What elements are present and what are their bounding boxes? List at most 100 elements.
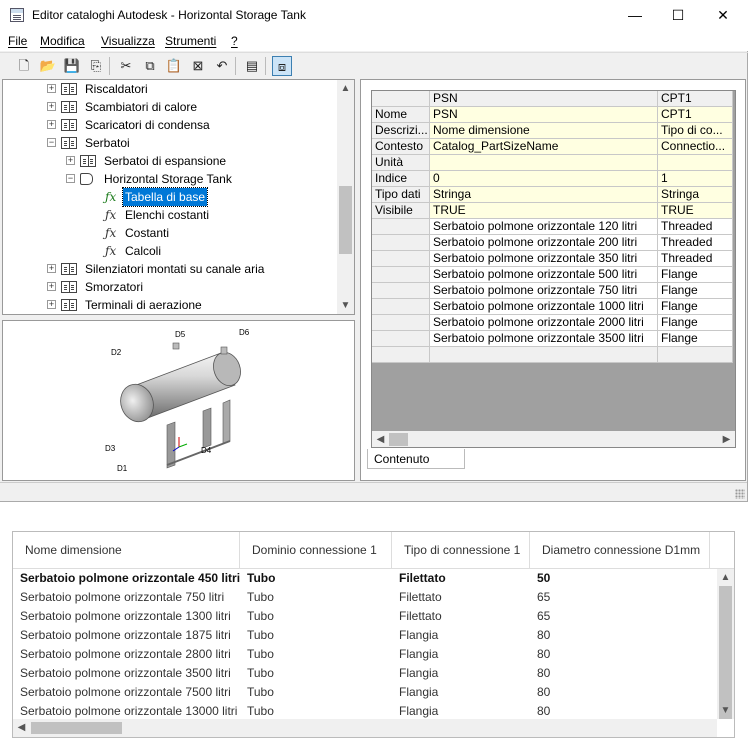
size-table[interactable]: Nome dimensione Dominio connessione 1 Tipo… [12, 531, 735, 738]
open-folder-icon[interactable]: 📂 [38, 56, 58, 76]
grid-cell[interactable] [430, 347, 658, 363]
cut-icon[interactable]: ✂ [116, 56, 136, 76]
publish-icon[interactable]: ⎘ [86, 56, 106, 76]
tree-item[interactable]: ƒx Costanti [3, 224, 333, 242]
grid-cell[interactable]: Threaded [658, 235, 733, 251]
grid-cell[interactable]: Connectio... [658, 139, 733, 155]
grid-cell[interactable]: Serbatoio polmone orizzontale 2000 litri [430, 315, 658, 331]
grid-cell[interactable]: Serbatoio polmone orizzontale 1000 litri [430, 299, 658, 315]
size-table-column-header[interactable]: Diametro connessione D1mm [530, 532, 710, 568]
delete-icon[interactable]: ⊠ [188, 56, 208, 76]
paste-icon[interactable]: 📋 [164, 56, 184, 76]
scroll-left-arrow-icon[interactable]: ◀ [372, 431, 389, 447]
maximize-button[interactable]: ☐ [655, 0, 701, 31]
grid-cell[interactable]: Serbatoio polmone orizzontale 750 litri [430, 283, 658, 299]
size-table-column-header[interactable]: Dominio connessione 1 [240, 532, 392, 568]
grid-scroll-thumb[interactable] [389, 433, 408, 446]
grid-cell[interactable] [658, 155, 733, 171]
tree-item[interactable]: + Silenziatori montati su canale aria [3, 260, 333, 278]
parameter-grid[interactable]: PSN CPT1 Nome PSN CPT1 Descrizi... Nome dimens… [371, 90, 736, 448]
tab-contenuto[interactable]: Contenuto [367, 449, 465, 469]
grid-cell[interactable]: Flange [658, 331, 733, 347]
expand-icon[interactable]: + [47, 282, 56, 291]
grid-cell[interactable]: Serbatoio polmone orizzontale 200 litri [430, 235, 658, 251]
table-row[interactable]: Serbatoio polmone orizzontale 2800 litri… [13, 645, 717, 664]
expand-icon[interactable]: + [47, 102, 56, 111]
grid-cell[interactable]: Serbatoio polmone orizzontale 120 litri [430, 219, 658, 235]
save-icon[interactable]: 💾 [62, 56, 82, 76]
grid-cell[interactable]: 0 [430, 171, 658, 187]
minimize-button[interactable]: — [612, 0, 658, 31]
menu-file[interactable]: File [8, 34, 27, 48]
tree-item[interactable]: + Terminali di aerazione [3, 296, 333, 314]
tree-item[interactable]: ƒx Calcoli [3, 242, 333, 260]
grid-cell[interactable]: Flange [658, 283, 733, 299]
menu-visualizza[interactable]: Visualizza [101, 34, 155, 48]
grid-cell[interactable]: Flange [658, 267, 733, 283]
scroll-down-arrow-icon[interactable]: ▼ [717, 702, 734, 719]
scroll-left-arrow-icon[interactable]: ◀ [13, 719, 30, 736]
grid-cell[interactable]: Stringa [430, 187, 658, 203]
expand-icon[interactable]: + [66, 156, 75, 165]
size-table-hscroll-thumb[interactable] [31, 722, 122, 734]
size-table-column-header[interactable]: Tipo di connessione 1 [392, 532, 530, 568]
table-row[interactable]: Serbatoio polmone orizzontale 3500 litri… [13, 664, 717, 683]
scroll-down-arrow-icon[interactable]: ▼ [337, 297, 354, 314]
tree-item[interactable]: + Scaricatori di condensa [3, 116, 333, 134]
table-row[interactable]: Serbatoio polmone orizzontale 7500 litri… [13, 683, 717, 702]
tree-item[interactable]: − Horizontal Storage Tank [3, 170, 333, 188]
tree-item[interactable]: + Serbatoi di espansione [3, 152, 333, 170]
grid-cell[interactable]: TRUE [658, 203, 733, 219]
tree-item[interactable]: ƒx Elenchi costanti [3, 206, 333, 224]
table-row[interactable]: Serbatoio polmone orizzontale 1875 litri… [13, 626, 717, 645]
preview-toggle-icon[interactable]: ⧈ [272, 56, 292, 76]
grid-cell[interactable] [658, 347, 733, 363]
catalog-tree[interactable]: + Riscaldatori + Scambiatori di calore + Scar… [2, 79, 355, 315]
grid-cell[interactable]: Flange [658, 315, 733, 331]
tree-item[interactable]: + Riscaldatori [3, 80, 333, 98]
expand-icon[interactable]: + [47, 84, 56, 93]
resize-grip-icon[interactable] [735, 489, 745, 499]
tree-item[interactable]: + Scambiatori di calore [3, 98, 333, 116]
grid-cell[interactable]: Threaded [658, 219, 733, 235]
size-table-vertical-scrollbar[interactable]: ▲ ▼ [717, 569, 734, 719]
expand-icon[interactable]: + [47, 120, 56, 129]
grid-cell[interactable]: CPT1 [658, 107, 733, 123]
undo-icon[interactable]: ↶ [212, 56, 232, 76]
grid-cell[interactable]: Stringa [658, 187, 733, 203]
grid-cell[interactable]: PSN [430, 107, 658, 123]
collapse-icon[interactable]: − [47, 138, 56, 147]
scroll-up-arrow-icon[interactable]: ▲ [717, 569, 734, 586]
column-header-cpt1[interactable]: CPT1 [658, 91, 733, 107]
grid-horizontal-scrollbar[interactable]: ◀ ▶ [372, 431, 735, 447]
new-file-icon[interactable]: 🗋 [14, 56, 34, 76]
tree-vertical-scrollbar[interactable]: ▲ ▼ [337, 80, 354, 314]
tree-item[interactable]: − Serbatoi [3, 134, 333, 152]
tree-scroll-thumb[interactable] [339, 186, 352, 254]
table-row[interactable]: Serbatoio polmone orizzontale 450 litri T… [13, 569, 717, 588]
grid-cell[interactable]: Serbatoio polmone orizzontale 3500 litri [430, 331, 658, 347]
copy-icon[interactable]: ⧉ [140, 56, 160, 76]
collapse-icon[interactable]: − [66, 174, 75, 183]
menu-modifica[interactable]: Modifica [40, 34, 85, 48]
size-table-horizontal-scrollbar[interactable]: ◀ [13, 719, 717, 737]
grid-cell[interactable]: Threaded [658, 251, 733, 267]
grid-cell[interactable]: Catalog_PartSizeName [430, 139, 658, 155]
scroll-up-arrow-icon[interactable]: ▲ [337, 80, 354, 97]
grid-cell[interactable] [430, 155, 658, 171]
size-table-column-header[interactable]: Nome dimensione [13, 532, 240, 568]
expand-icon[interactable]: + [47, 264, 56, 273]
tree-item[interactable]: ƒx Tabella di base [3, 187, 333, 207]
grid-cell[interactable]: 1 [658, 171, 733, 187]
close-button[interactable]: ✕ [700, 0, 746, 31]
size-table-scroll-thumb[interactable] [719, 586, 732, 719]
menu-strumenti[interactable]: Strumenti [165, 34, 216, 48]
table-row[interactable]: Serbatoio polmone orizzontale 750 litri T… [13, 588, 717, 607]
scroll-right-arrow-icon[interactable]: ▶ [718, 431, 735, 447]
grid-cell[interactable]: Flange [658, 299, 733, 315]
grid-cell[interactable]: Tipo di co... [658, 123, 733, 139]
grid-cell[interactable]: Nome dimensione [430, 123, 658, 139]
expand-icon[interactable]: + [47, 300, 56, 309]
menu-help[interactable]: ? [231, 34, 238, 48]
grid-cell[interactable]: Serbatoio polmone orizzontale 500 litri [430, 267, 658, 283]
